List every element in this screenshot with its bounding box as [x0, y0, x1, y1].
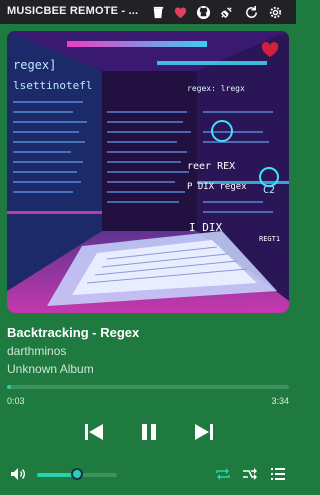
window-title: MUSICBEE REMOTE - ... — [7, 5, 139, 17]
pause-button[interactable] — [138, 420, 160, 444]
shuffle-button[interactable] — [241, 466, 259, 482]
refresh-icon[interactable] — [242, 3, 260, 21]
repeat-button[interactable] — [214, 466, 232, 482]
track-artist: darthminos — [7, 344, 67, 358]
previous-button[interactable] — [83, 420, 105, 444]
album-art: regex] lsettinotefl regex: lregx reer RE… — [7, 31, 289, 313]
volume-button[interactable] — [9, 466, 27, 482]
art-text-line: P DIX regex — [187, 182, 247, 192]
art-text-line: I DIX — [189, 221, 222, 234]
cup-icon[interactable] — [149, 3, 167, 21]
art-text-line: regex: lregx — [187, 84, 245, 93]
current-time: 0:03 — [7, 396, 25, 406]
skip-next-icon — [195, 424, 213, 440]
favorite-heart-icon[interactable] — [261, 42, 279, 58]
total-time: 3:34 — [271, 396, 289, 406]
next-button[interactable] — [193, 420, 215, 444]
volume-icon — [11, 468, 25, 480]
track-title: Backtracking - Regex — [7, 325, 140, 340]
skip-previous-icon — [85, 424, 103, 440]
gear-icon[interactable] — [266, 3, 284, 21]
progress-bar[interactable] — [7, 385, 289, 389]
art-text-line: lsettinotefl — [13, 79, 92, 92]
heart-icon[interactable] — [171, 3, 189, 21]
github-icon[interactable] — [194, 3, 212, 21]
volume-thumb[interactable] — [71, 468, 83, 480]
track-album: Unknown Album — [7, 362, 94, 376]
title-bar: MUSICBEE REMOTE - ... — [0, 0, 296, 24]
art-text-line: reer REX — [187, 161, 235, 172]
plug-icon[interactable] — [217, 3, 235, 21]
pause-icon — [142, 424, 156, 440]
shuffle-icon — [243, 468, 257, 480]
art-text-line: regex] — [13, 58, 56, 72]
progress-fill — [7, 385, 11, 389]
remote-app: MUSICBEE REMOTE - ... regex] lsettinotef… — [0, 0, 296, 495]
playlist-button[interactable] — [269, 466, 287, 482]
repeat-icon — [216, 468, 230, 480]
list-icon — [271, 468, 285, 480]
art-text-line: REGT1 — [259, 235, 280, 243]
